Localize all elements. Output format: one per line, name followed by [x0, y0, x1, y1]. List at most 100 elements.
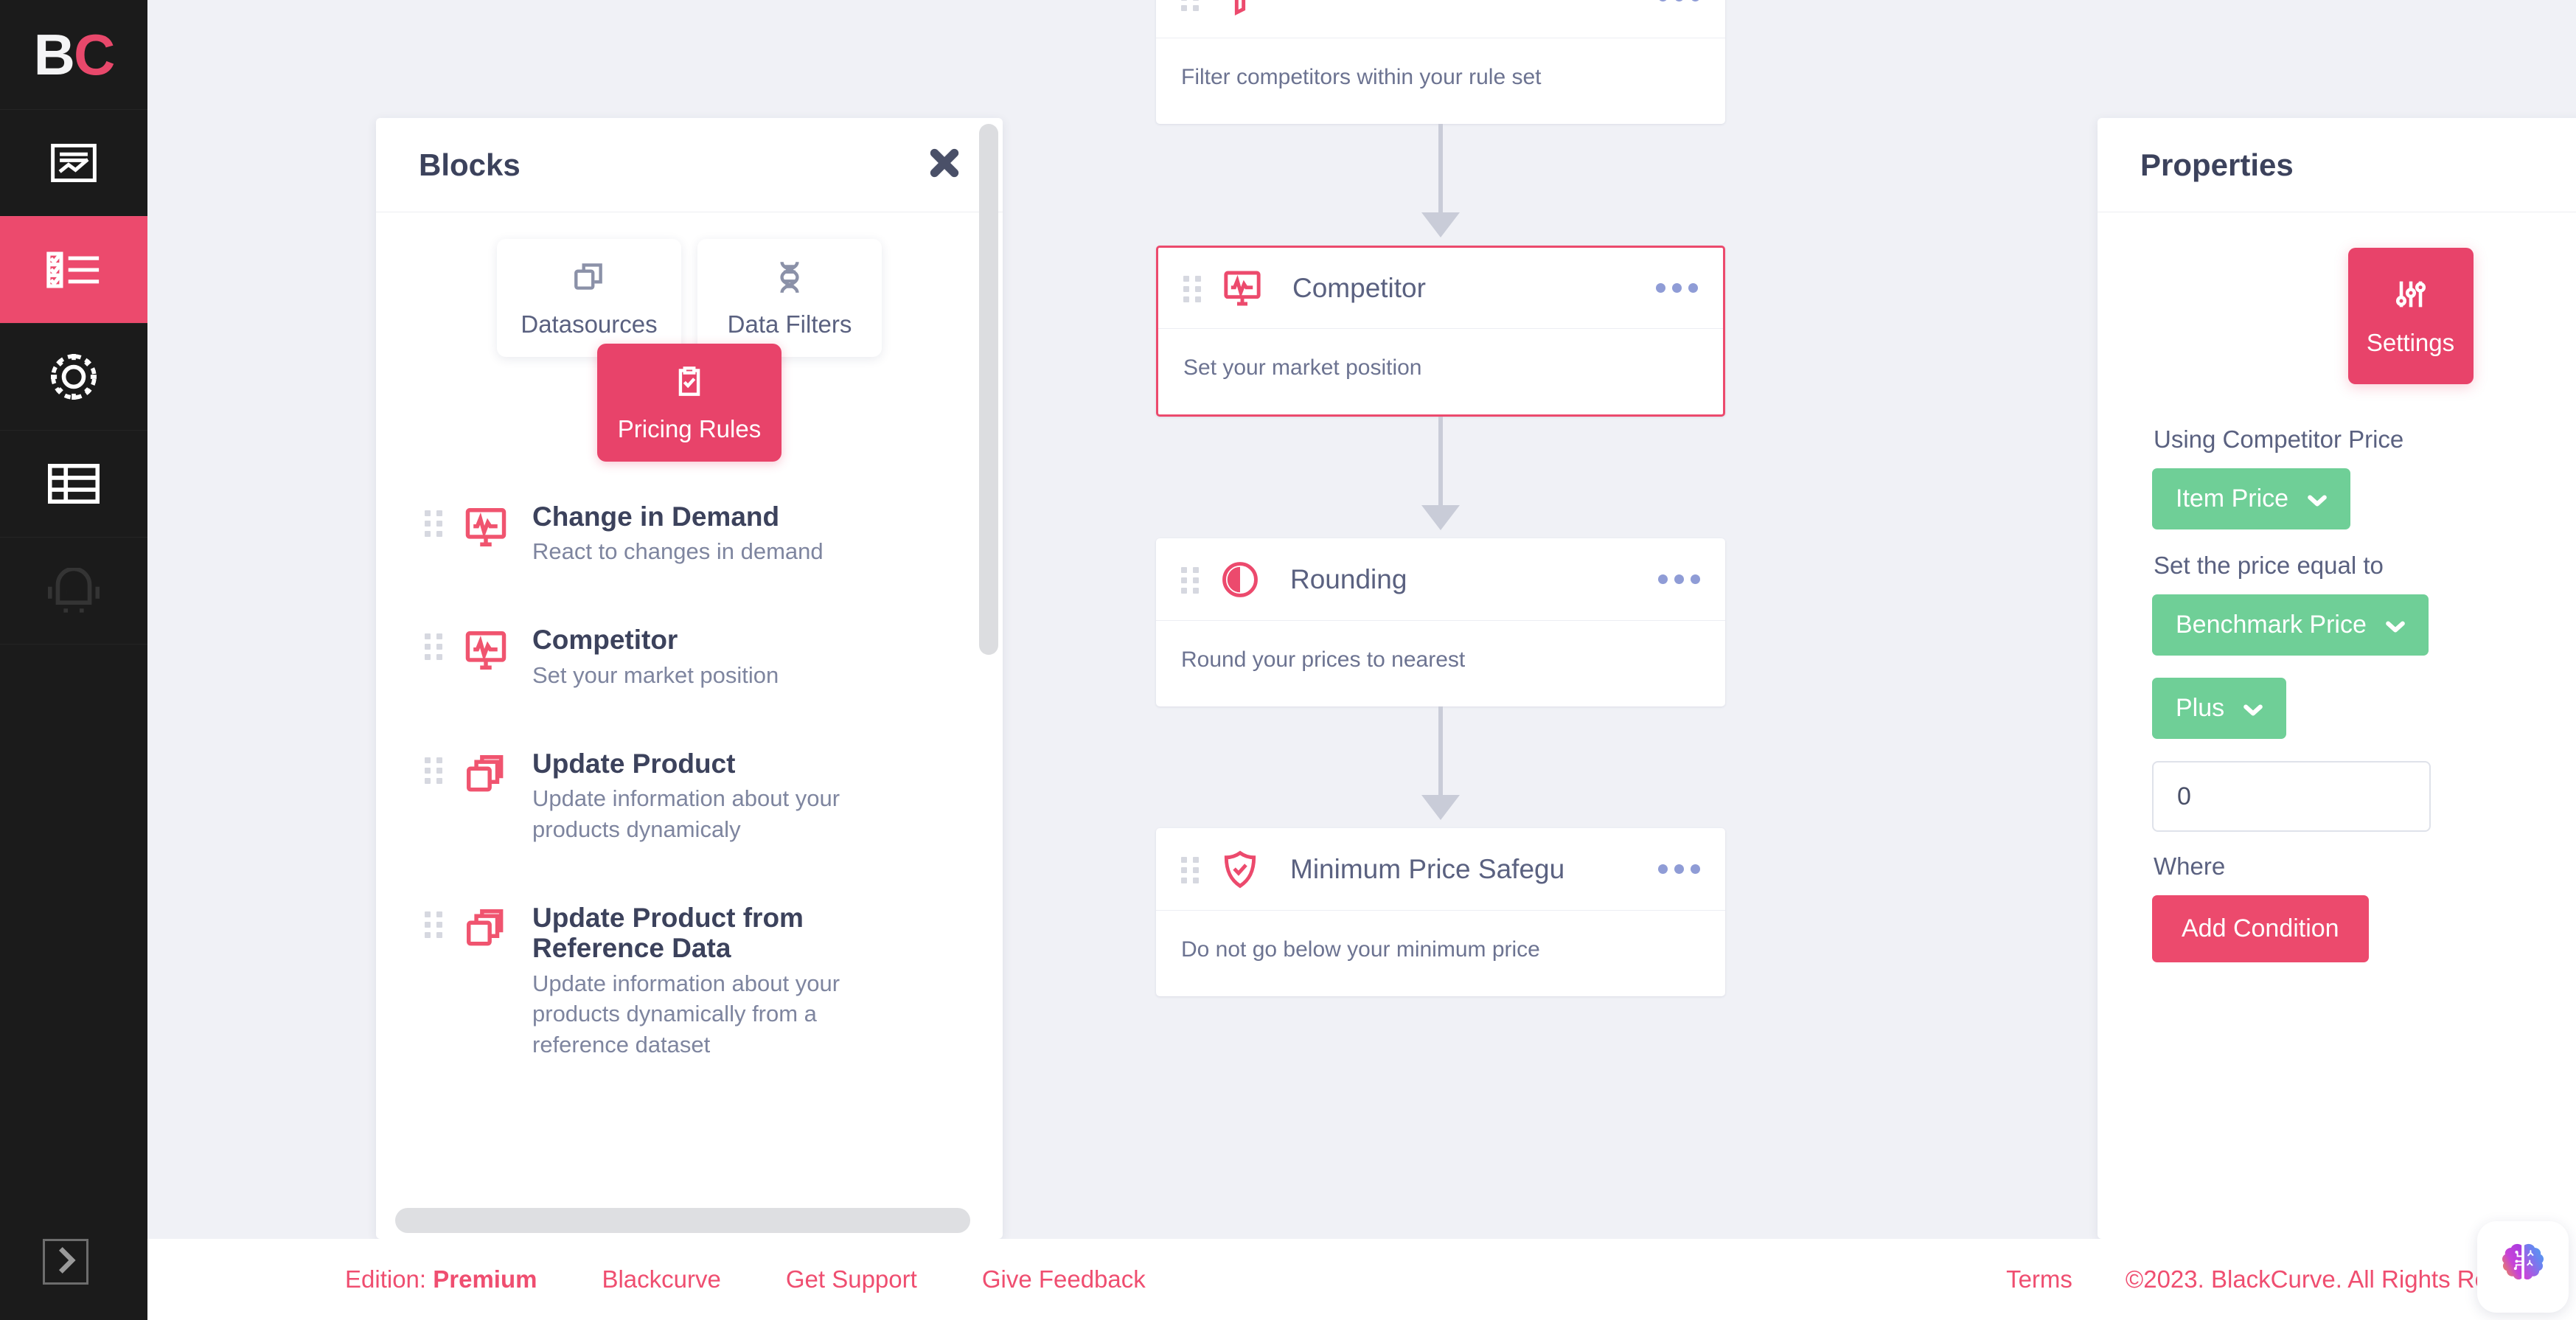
select-benchmark-price[interactable]: Benchmark Price — [2152, 594, 2429, 656]
edition-prefix: Edition: — [345, 1265, 427, 1293]
category-label: Data Filters — [727, 310, 852, 338]
block-categories: Datasources Data Filters Pricing Rules — [376, 212, 1003, 469]
flow-node-desc: Round your prices to nearest — [1181, 647, 1466, 672]
monitor-pulse-icon — [463, 628, 509, 673]
flow-node-desc: Filter competitors within your rule set — [1181, 65, 1542, 89]
amount-input[interactable] — [2152, 761, 2431, 832]
list-item-title: Update Product from Reference Data — [532, 902, 804, 964]
select-operator-value: Plus — [2176, 694, 2225, 722]
drag-handle-icon[interactable] — [425, 911, 444, 938]
flow-node-desc: Do not go below your minimum price — [1181, 937, 1540, 962]
left-rail: BC — [0, 0, 147, 1320]
settings-tile-button[interactable]: Settings — [2347, 248, 2474, 384]
flow-node-filter[interactable]: Filter competitors within your rule set — [1156, 0, 1725, 124]
clipboard-check-icon — [671, 363, 708, 403]
report-chart-icon — [51, 144, 97, 182]
sidebar-item-reports[interactable] — [0, 109, 147, 216]
drag-handle-icon[interactable] — [425, 633, 444, 661]
edition-value: Premium — [433, 1265, 537, 1293]
edition-label: Edition: Premium — [345, 1265, 537, 1293]
properties-panel: Properties Settings Using Competitor Pri… — [2098, 118, 2576, 1239]
category-pricing-rules[interactable]: Pricing Rules — [597, 344, 781, 462]
rail-spacer — [0, 644, 147, 1320]
sidebar-item-tables[interactable] — [0, 430, 147, 537]
list-item[interactable]: Update Product Update information about … — [425, 748, 1003, 845]
flow-node-header[interactable] — [1156, 0, 1725, 38]
block-categories-row: Datasources Data Filters — [497, 239, 882, 357]
robot-icon — [48, 568, 100, 614]
drag-handle-icon[interactable] — [1183, 275, 1202, 302]
list-item-title: Update Product — [532, 748, 736, 779]
sidebar-item-settings[interactable] — [0, 323, 147, 430]
more-horizontal-icon[interactable] — [1648, 574, 1700, 584]
gear-icon — [48, 351, 100, 403]
dna-icon — [771, 258, 808, 299]
chevron-down-icon — [2308, 484, 2327, 513]
category-label: Pricing Rules — [617, 414, 762, 442]
flow-canvas[interactable]: Filter competitors within your rule set … — [147, 0, 2576, 1239]
sliders-icon — [2392, 275, 2430, 317]
logo-letter-b: B — [33, 21, 75, 87]
blocks-panel-vertical-scrollbar[interactable] — [979, 124, 998, 655]
copy-stack-icon — [463, 906, 509, 951]
more-horizontal-icon[interactable] — [1646, 283, 1698, 293]
flow-node-minimum-price-safeguard[interactable]: Minimum Price Safegu Do not go below you… — [1156, 828, 1725, 996]
category-datasources[interactable]: Datasources — [497, 239, 681, 357]
contrast-circle-icon — [1219, 559, 1261, 600]
filter-icon — [1219, 0, 1261, 18]
settings-tile-label: Settings — [2366, 329, 2455, 356]
blocks-panel-header: Blocks — [376, 118, 1003, 212]
drag-handle-icon[interactable] — [1181, 0, 1200, 11]
rail-expand-button[interactable] — [43, 1239, 88, 1285]
close-icon[interactable] — [927, 146, 961, 184]
blocks-panel-horizontal-scrollbar[interactable] — [395, 1208, 970, 1233]
chevron-right-icon — [55, 1246, 77, 1279]
chevron-down-icon — [2386, 611, 2405, 639]
monitor-pulse-icon — [1222, 268, 1263, 309]
list-item-desc: React to changes in demand — [532, 538, 824, 565]
footer-link-give-feedback[interactable]: Give Feedback — [982, 1265, 1146, 1293]
list-item[interactable]: Competitor Set your market position — [425, 625, 1003, 690]
more-horizontal-icon[interactable] — [1648, 864, 1700, 874]
drag-handle-icon[interactable] — [1181, 856, 1200, 883]
add-condition-button[interactable]: Add Condition — [2152, 895, 2369, 962]
flow-node-header[interactable]: Competitor — [1158, 248, 1723, 329]
flow-chain: Filter competitors within your rule set … — [1156, 0, 1725, 996]
label-where: Where — [2154, 852, 2226, 880]
footer-link-get-support[interactable]: Get Support — [786, 1265, 917, 1293]
footer-bar: Edition: Premium Blackcurve Get Support … — [147, 1239, 2576, 1320]
select-operator[interactable]: Plus — [2152, 678, 2287, 739]
drag-handle-icon[interactable] — [425, 510, 444, 537]
select-price-basis-value: Item Price — [2176, 484, 2289, 513]
flow-node-header[interactable]: Minimum Price Safegu — [1156, 828, 1725, 911]
list-item-title: Competitor — [532, 625, 678, 656]
ai-assistant-button[interactable] — [2477, 1221, 2569, 1313]
list-item[interactable]: Change in Demand React to changes in dem… — [425, 501, 1003, 567]
flow-node-rounding[interactable]: Rounding Round your prices to nearest — [1156, 538, 1725, 706]
layers-icon — [571, 258, 608, 299]
brain-icon — [2496, 1238, 2550, 1296]
flow-node-title: Rounding — [1290, 563, 1407, 594]
select-benchmark-price-value: Benchmark Price — [2176, 611, 2367, 639]
list-item[interactable]: Update Product from Reference Data Updat… — [425, 903, 1003, 1060]
list-item-desc: Update information about your products d… — [532, 785, 840, 842]
drag-handle-icon[interactable] — [425, 757, 444, 784]
checklist-icon — [45, 250, 102, 290]
select-price-basis[interactable]: Item Price — [2152, 468, 2351, 529]
logo-letter-c: C — [74, 21, 115, 87]
list-item-desc: Update information about your products d… — [532, 970, 840, 1058]
flow-node-title: Minimum Price Safegu — [1290, 853, 1565, 884]
flow-node-competitor[interactable]: Competitor Set your market position — [1156, 246, 1725, 417]
footer-link-terms[interactable]: Terms — [2006, 1265, 2072, 1293]
footer-link-blackcurve[interactable]: Blackcurve — [602, 1265, 720, 1293]
category-data-filters[interactable]: Data Filters — [697, 239, 882, 357]
table-icon — [48, 464, 100, 504]
flow-node-header[interactable]: Rounding — [1156, 538, 1725, 621]
sidebar-item-pricing-rules[interactable] — [0, 216, 147, 323]
app-logo[interactable]: BC — [0, 0, 147, 109]
drag-handle-icon[interactable] — [1181, 566, 1200, 594]
sidebar-item-robot[interactable] — [0, 537, 147, 644]
list-item-title: Change in Demand — [532, 501, 780, 532]
more-horizontal-icon[interactable] — [1648, 0, 1700, 1]
flow-connector — [1156, 706, 1725, 828]
